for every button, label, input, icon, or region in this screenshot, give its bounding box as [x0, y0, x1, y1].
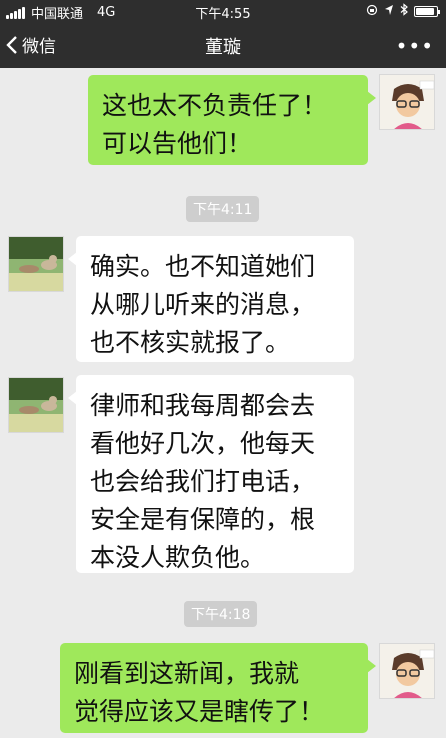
- status-bar: 中国联通 4G 下午4:55: [0, 0, 446, 22]
- message-bubble-sent[interactable]: 刚看到这新闻，我就 觉得应该又是瞎传了！: [60, 643, 376, 733]
- more-icon[interactable]: •••: [396, 34, 434, 58]
- user-avatar[interactable]: [379, 643, 435, 699]
- contact-avatar[interactable]: [8, 377, 64, 433]
- message-bubble-received[interactable]: 律师和我每周都会去 看他好几次，他每天 也会给我们打电话， 安全是有保障的，根 …: [68, 375, 354, 573]
- nav-bar: 微信 董璇 •••: [0, 22, 446, 68]
- back-label: 微信: [22, 37, 56, 57]
- back-button[interactable]: 微信: [6, 32, 56, 57]
- chevron-left-icon: [6, 35, 17, 54]
- battery-icon: [414, 5, 440, 17]
- user-avatar[interactable]: [379, 74, 435, 130]
- timestamp: 下午4:18: [184, 601, 258, 627]
- timestamp: 下午4:11: [186, 196, 260, 222]
- chat-title: 董璇: [205, 37, 241, 58]
- status-right: [366, 3, 440, 19]
- battery-level: [416, 7, 434, 15]
- contact-avatar[interactable]: [8, 236, 64, 292]
- location-icon: [384, 4, 394, 19]
- message-bubble-received[interactable]: 确实。也不知道她们 从哪儿听来的消息， 也不核实就报了。: [68, 236, 354, 362]
- message-bubble-sent[interactable]: 这也太不负责任了！ 可以告他们！: [88, 75, 376, 165]
- orientation-lock-icon: [366, 4, 378, 19]
- bluetooth-icon: [400, 3, 408, 19]
